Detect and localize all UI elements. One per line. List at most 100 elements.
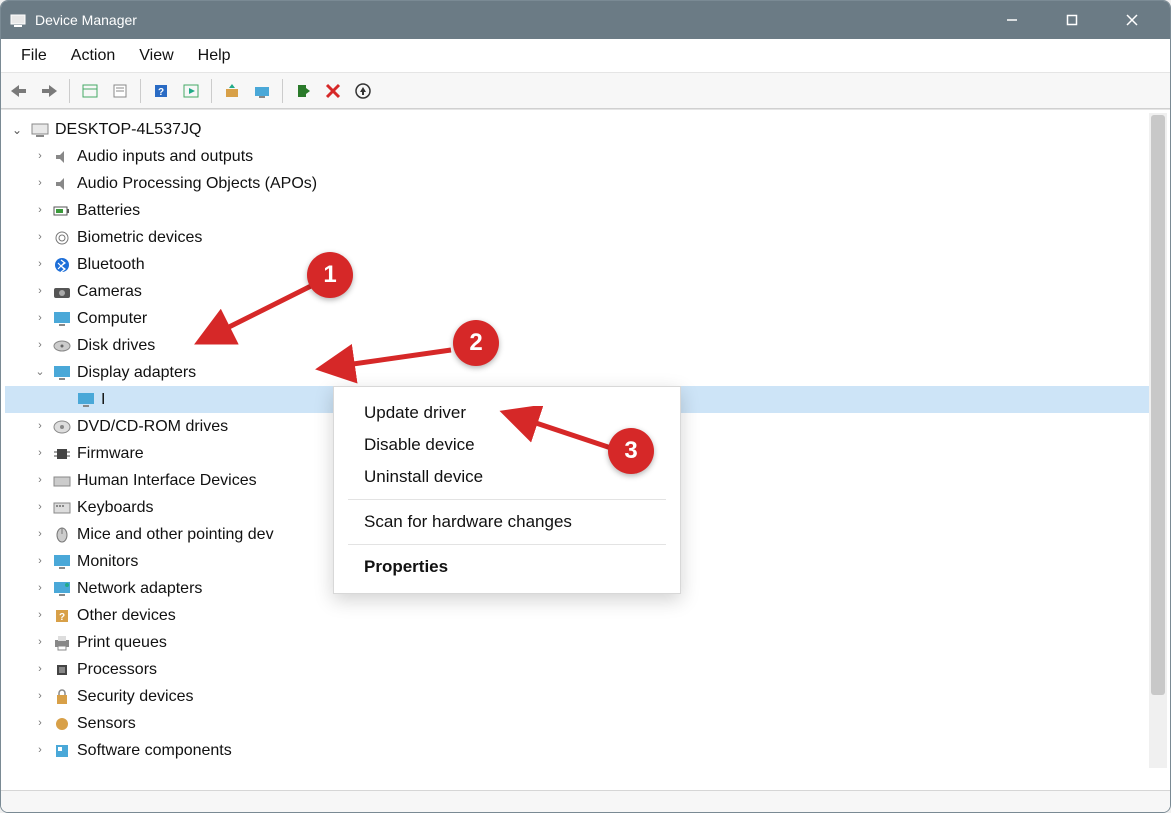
chevron-down-icon[interactable]: ⌄ <box>5 124 29 136</box>
chevron-right-icon[interactable]: › <box>29 448 51 459</box>
chevron-right-icon[interactable]: › <box>29 232 51 243</box>
menu-action[interactable]: Action <box>59 43 127 69</box>
action-button[interactable] <box>177 77 205 105</box>
chevron-right-icon[interactable]: › <box>29 583 51 594</box>
tree-root-label: DESKTOP-4L537JQ <box>55 122 201 138</box>
status-bar <box>1 790 1170 812</box>
chevron-right-icon[interactable]: › <box>29 340 51 351</box>
minimize-button[interactable] <box>982 1 1042 39</box>
display-icon <box>75 391 97 409</box>
chevron-right-icon[interactable]: › <box>29 691 51 702</box>
camera-icon <box>51 283 73 301</box>
device-manager-window: Device Manager File Action View Help ? <box>0 0 1171 813</box>
tree-item[interactable]: ›Audio inputs and outputs <box>5 143 1166 170</box>
toolbar-separator <box>69 79 70 103</box>
close-button[interactable] <box>1102 1 1162 39</box>
bluetooth-icon <box>51 256 73 274</box>
chevron-right-icon[interactable]: › <box>29 637 51 648</box>
printer-icon <box>51 634 73 652</box>
enable-device-button[interactable] <box>289 77 317 105</box>
toolbar-separator <box>140 79 141 103</box>
chevron-right-icon[interactable]: › <box>29 718 51 729</box>
chevron-down-icon[interactable]: ⌄ <box>29 367 51 378</box>
tree-item[interactable]: ›Print queues <box>5 629 1166 656</box>
chevron-right-icon[interactable]: › <box>29 502 51 513</box>
tree-item[interactable]: ›Security devices <box>5 683 1166 710</box>
context-menu-separator <box>348 499 666 500</box>
tree-item[interactable]: ›Disk drives <box>5 332 1166 359</box>
battery-icon <box>51 202 73 220</box>
chevron-right-icon[interactable]: › <box>29 151 51 162</box>
network-icon <box>51 580 73 598</box>
mouse-icon <box>51 526 73 544</box>
tree-item[interactable]: ›?Other devices <box>5 602 1166 629</box>
chevron-right-icon[interactable]: › <box>29 745 51 756</box>
annotation-badge-2: 2 <box>453 320 499 366</box>
annotation-badge-3: 3 <box>608 428 654 474</box>
tree-item[interactable]: ›Cameras <box>5 278 1166 305</box>
back-button[interactable] <box>5 77 33 105</box>
menu-help[interactable]: Help <box>186 43 243 69</box>
context-menu-scan-hardware[interactable]: Scan for hardware changes <box>334 506 680 538</box>
scrollbar-thumb[interactable] <box>1151 115 1165 695</box>
update-driver-button[interactable] <box>218 77 246 105</box>
uninstall-device-button[interactable] <box>349 77 377 105</box>
disable-device-button[interactable] <box>319 77 347 105</box>
show-hidden-button[interactable] <box>76 77 104 105</box>
chevron-right-icon[interactable]: › <box>29 610 51 621</box>
menu-file[interactable]: File <box>9 43 59 69</box>
tree-item[interactable]: ›Bluetooth <box>5 251 1166 278</box>
toolbar-separator <box>211 79 212 103</box>
chevron-right-icon[interactable]: › <box>29 421 51 432</box>
chevron-right-icon[interactable]: › <box>29 664 51 675</box>
maximize-button[interactable] <box>1042 1 1102 39</box>
chevron-right-icon[interactable]: › <box>29 313 51 324</box>
security-icon <box>51 688 73 706</box>
sensor-icon <box>51 715 73 733</box>
context-menu-separator <box>348 544 666 545</box>
tree-item-display-adapters[interactable]: ⌄Display adapters <box>5 359 1166 386</box>
speaker-icon <box>51 175 73 193</box>
help-button[interactable]: ? <box>147 77 175 105</box>
chevron-right-icon[interactable]: › <box>29 529 51 540</box>
chevron-right-icon[interactable]: › <box>29 205 51 216</box>
context-menu-properties[interactable]: Properties <box>334 551 680 583</box>
window-controls <box>982 1 1162 39</box>
chevron-right-icon[interactable]: › <box>29 475 51 486</box>
forward-button[interactable] <box>35 77 63 105</box>
tree-item[interactable]: ›Biometric devices <box>5 224 1166 251</box>
toolbar: ? <box>1 73 1170 109</box>
annotation-badge-1: 1 <box>307 252 353 298</box>
chevron-right-icon[interactable]: › <box>29 259 51 270</box>
disk-icon <box>51 337 73 355</box>
tree-item[interactable]: ›Software components <box>5 737 1166 764</box>
menu-view[interactable]: View <box>127 43 185 69</box>
chevron-right-icon[interactable]: › <box>29 178 51 189</box>
speaker-icon <box>51 148 73 166</box>
tree-item[interactable]: ›Audio Processing Objects (APOs) <box>5 170 1166 197</box>
properties-button[interactable] <box>106 77 134 105</box>
chevron-right-icon[interactable]: › <box>29 556 51 567</box>
app-icon <box>9 11 27 29</box>
chip-icon <box>51 445 73 463</box>
window-title: Device Manager <box>35 12 137 28</box>
context-menu: Update driver Disable device Uninstall d… <box>333 386 681 594</box>
svg-text:?: ? <box>59 612 65 623</box>
tree-item[interactable]: ›Sensors <box>5 710 1166 737</box>
toolbar-separator <box>282 79 283 103</box>
cdrom-icon <box>51 418 73 436</box>
chevron-right-icon[interactable]: › <box>29 286 51 297</box>
monitor-icon <box>51 310 73 328</box>
titlebar: Device Manager <box>1 1 1170 39</box>
monitor-icon <box>51 553 73 571</box>
vertical-scrollbar[interactable] <box>1149 113 1167 768</box>
scan-hardware-button[interactable] <box>248 77 276 105</box>
tree-item[interactable]: ›Computer <box>5 305 1166 332</box>
tree-item[interactable]: ›Processors <box>5 656 1166 683</box>
hid-icon <box>51 472 73 490</box>
tree-item[interactable]: ›Batteries <box>5 197 1166 224</box>
context-menu-update-driver[interactable]: Update driver <box>334 397 680 429</box>
menubar: File Action View Help <box>1 39 1170 73</box>
tree-root[interactable]: ⌄ DESKTOP-4L537JQ <box>5 116 1166 143</box>
software-icon <box>51 742 73 760</box>
